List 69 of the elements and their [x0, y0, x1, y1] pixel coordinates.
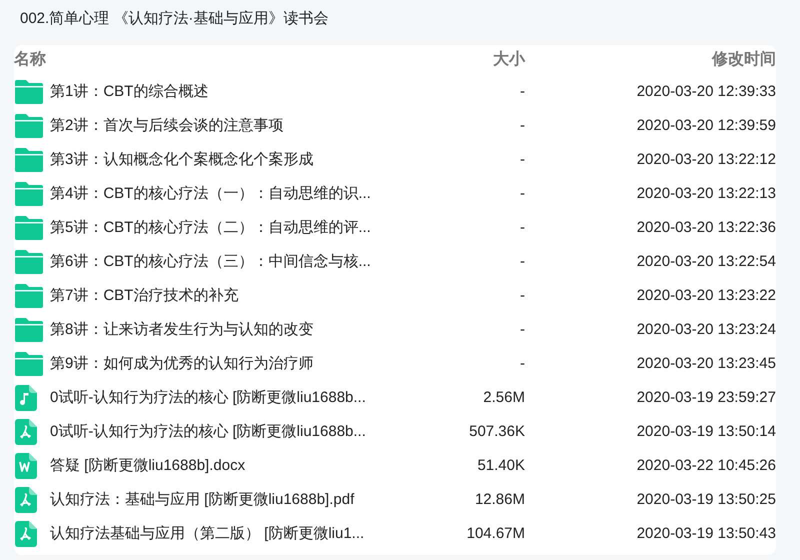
file-row[interactable]: 第4讲：CBT的核心疗法（一）：自动思维的识... - 2020-03-20 13:22:13	[14, 177, 776, 211]
file-name: 第6讲：CBT的核心疗法（三）：中间信念与核...	[50, 252, 372, 272]
file-name: 第3讲：认知概念化个案概念化个案形成	[50, 150, 314, 170]
file-row[interactable]: 第6讲：CBT的核心疗法（三）：中间信念与核... - 2020-03-20 13:22:54	[14, 245, 776, 279]
file-name: 第2讲：首次与后续会谈的注意事项	[50, 116, 284, 136]
file-name: 第8讲：让来访者发生行为与认知的改变	[50, 320, 314, 340]
file-size: -	[519, 184, 525, 204]
column-header[interactable]: 修改时间	[525, 48, 776, 72]
file-row[interactable]: 第5讲：CBT的核心疗法（二）：自动思维的评... - 2020-03-20 13:22:36	[14, 211, 776, 245]
file-size: 2.56M	[482, 388, 525, 408]
folder-icon	[15, 318, 43, 342]
file-row[interactable]: 第2讲：首次与后续会谈的注意事项 - 2020-03-20 12:39:59	[14, 109, 776, 143]
modified-time: 2020-03-19 13:50:43	[636, 524, 776, 544]
folder-icon	[15, 80, 43, 104]
folder-icon	[15, 284, 43, 308]
modified-time: 2020-03-20 13:22:13	[636, 184, 776, 204]
file-size: -	[519, 82, 525, 102]
file-size: -	[519, 150, 525, 170]
file-name: 认知疗法基础与应用（第二版） [防断更微liu1...	[50, 524, 366, 544]
folder-icon	[15, 148, 43, 172]
modified-time: 2020-03-22 10:45:26	[636, 456, 776, 476]
file-row[interactable]: 第1讲：CBT的综合概述 - 2020-03-20 12:39:33	[14, 75, 776, 109]
folder-icon	[15, 250, 43, 274]
file-name: 第4讲：CBT的核心疗法（一）：自动思维的识...	[50, 184, 372, 204]
file-size: -	[519, 354, 525, 374]
file-row[interactable]: 第7讲：CBT治疗技术的补充 - 2020-03-20 13:23:22	[14, 279, 776, 313]
file-name: 0试听-认知行为疗法的核心 [防断更微liu1688b...	[50, 422, 367, 442]
modified-time: 2020-03-20 13:22:12	[636, 150, 776, 170]
file-name: 第9讲：如何成为优秀的认知行为治疗师	[50, 354, 314, 374]
file-name: 认知疗法：基础与应用 [防断更微liu1688b].pdf	[50, 490, 356, 510]
file-size: -	[519, 116, 525, 136]
file-row[interactable]: 第8讲：让来访者发生行为与认知的改变 - 2020-03-20 13:23:24	[14, 313, 776, 347]
modified-time: 2020-03-19 13:50:14	[636, 422, 776, 442]
file-size: -	[519, 252, 525, 272]
file-name: 第1讲：CBT的综合概述	[50, 82, 210, 102]
file-size: 104.67M	[466, 524, 525, 544]
file-name: 第7讲：CBT治疗技术的补充	[50, 286, 240, 306]
file-row[interactable]: 认知疗法：基础与应用 [防断更微liu1688b].pdf 12.86M 2020-03-19 13:50:25	[14, 483, 776, 517]
folder-icon	[15, 114, 43, 138]
modified-time: 2020-03-20 13:23:22	[636, 286, 776, 306]
file-size: -	[519, 286, 525, 306]
file-name: 第5讲：CBT的核心疗法（二）：自动思维的评...	[50, 218, 372, 238]
page-title: 002.简单心理 《认知疗法·基础与应用》读书会	[19, 9, 330, 29]
file-row[interactable]: 第9讲：如何成为优秀的认知行为治疗师 - 2020-03-20 13:23:45	[14, 347, 776, 381]
file-size: 12.86M	[474, 490, 525, 510]
file-row[interactable]: 第3讲：认知概念化个案概念化个案形成 - 2020-03-20 13:22:12	[14, 143, 776, 177]
file-name: 0试听-认知行为疗法的核心 [防断更微liu1688b...	[50, 388, 367, 408]
file-row[interactable]: 0试听-认知行为疗法的核心 [防断更微liu1688b... 507.36K 2020-03-19 13:50:14	[14, 415, 776, 449]
file-row[interactable]: 0试听-认知行为疗法的核心 [防断更微liu1688b... 2.56M 2020-03-19 23:59:27	[14, 381, 776, 415]
file-size: -	[519, 218, 525, 238]
file-row[interactable]: 答疑 [防断更微liu1688b].docx 51.40K 2020-03-22 10:45:26	[14, 449, 776, 483]
file-name: 答疑 [防断更微liu1688b].docx	[50, 456, 246, 476]
file-row[interactable]: 认知疗法基础与应用（第二版） [防断更微liu1... 104.67M 2020-03-19 13:50:43	[14, 517, 776, 551]
folder-icon	[15, 182, 43, 206]
modified-time: 2020-03-20 12:39:33	[636, 82, 776, 102]
modified-time: 2020-03-20 13:23:45	[636, 354, 776, 374]
modified-time: 2020-03-20 13:22:36	[636, 218, 776, 238]
modified-time: 2020-03-20 12:39:59	[636, 116, 776, 136]
folder-icon	[15, 216, 43, 240]
column-header[interactable]: 名称	[14, 48, 164, 72]
modified-time: 2020-03-20 13:23:24	[636, 320, 776, 340]
file-size: 507.36K	[468, 422, 525, 442]
file-size: 51.40K	[476, 456, 525, 476]
file-size: -	[519, 320, 525, 340]
modified-time: 2020-03-20 13:22:54	[636, 252, 776, 272]
folder-icon	[15, 352, 43, 376]
modified-time: 2020-03-19 23:59:27	[636, 388, 776, 408]
modified-time: 2020-03-19 13:50:25	[636, 490, 776, 510]
column-header[interactable]: 大小	[425, 48, 525, 72]
